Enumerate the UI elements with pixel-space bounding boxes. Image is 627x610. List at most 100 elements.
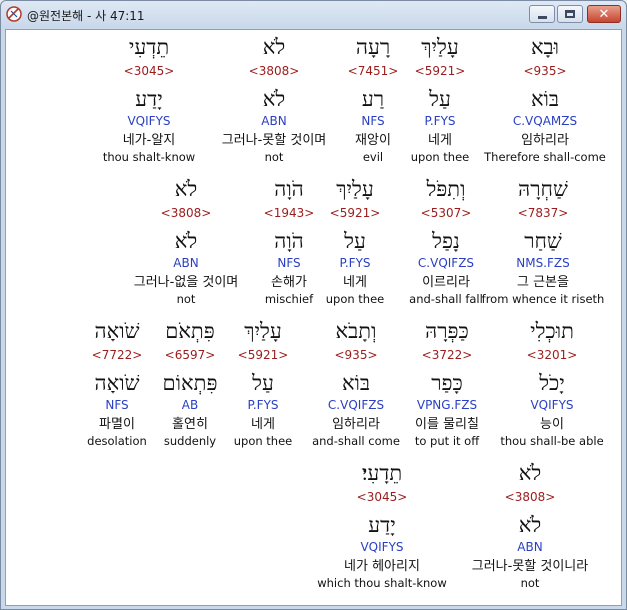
hebrew-word: לֹא [518, 461, 542, 485]
word-cell[interactable]: רָעָה <7451> רַע NFS 재앙이 evil [348, 34, 399, 165]
root-word: כָּפַר [431, 371, 463, 395]
morph-code: NFS [105, 398, 129, 412]
strong-number[interactable]: <3808> [134, 205, 239, 221]
root-word: לֹא [174, 229, 198, 253]
korean-gloss: 임하리라 [521, 133, 569, 148]
root-word: יָדַע [368, 513, 396, 537]
word-cell[interactable]: הֹוָה <1943> הֹוָה NFS 손해가 mischief [264, 176, 315, 307]
hebrew-word: פִּתְאֹם [165, 319, 215, 343]
morph-code: VQIFYS [530, 398, 574, 412]
english-gloss: mischief [264, 292, 314, 306]
strong-number[interactable]: <5307> [409, 205, 483, 221]
hebrew-word: שֹׁואָה [94, 319, 140, 343]
korean-gloss: 네게 [343, 275, 367, 290]
strong-number[interactable]: <3808> [222, 63, 327, 79]
strong-number[interactable]: <7837> [482, 205, 605, 221]
minimize-button[interactable] [529, 5, 555, 23]
word-cell[interactable]: לֹא <3808> לֹא ABN 그러나-못할 것이며 not [222, 34, 327, 165]
strong-number[interactable]: <3722> [415, 347, 479, 363]
word-cell[interactable]: לֹא <3808> לֹא ABN 그러나-없을 것이며 not [134, 176, 239, 307]
morph-code: P.FYS [339, 256, 371, 270]
root-word: שַׁחַר [524, 229, 562, 253]
english-gloss: not [176, 292, 196, 306]
english-gloss: and-shall come [312, 434, 400, 448]
maximize-button[interactable] [557, 5, 583, 23]
title-bar[interactable]: @원전본해 - 사 47:11 ✕ [1, 1, 626, 29]
word-cell[interactable]: תוּכְלִי <3201> יָכֹל VQIFYS 능이 thou shall-be… [500, 318, 603, 449]
strong-number[interactable]: <6597> [163, 347, 218, 363]
word-cell[interactable]: וְתָבֹא <935> בּוֹא C.VQIFZS 임하리라 and-shall c… [312, 318, 400, 449]
strong-number[interactable]: <3201> [500, 347, 603, 363]
strong-number[interactable]: <7451> [348, 63, 399, 79]
word-cell[interactable]: שֹׁואָה <7722> שֹׁואָה NFS 파멸이 desolation [87, 318, 147, 449]
korean-gloss: 손해가 [271, 275, 307, 290]
hebrew-word: עָלַיִךְ [421, 35, 459, 59]
korean-gloss: 네가-알지 [122, 133, 176, 148]
word-cell[interactable]: וּבָא <935> בּוֹא C.VQAMZS 임하리라 Therefore sha… [484, 34, 606, 165]
korean-gloss: 능이 [540, 417, 564, 432]
strong-number[interactable]: <935> [484, 63, 606, 79]
root-word: פִּתְאוֹם [162, 371, 218, 395]
strong-number[interactable]: <5921> [411, 63, 470, 79]
word-cell[interactable]: עָלַיִךְ <5921> עַל P.FYS 네게 upon thee [411, 34, 470, 165]
morph-code: C.VQIFZS [417, 256, 475, 270]
maximize-icon [565, 10, 575, 18]
word-cell[interactable]: עָלַיִךְ <5921> עַל P.FYS 네게 upon thee [234, 318, 293, 449]
word-cell[interactable]: לֹא <3808> לֹא ABN 그러나-못할 것이니라 not [472, 460, 588, 591]
root-word: לֹא [262, 87, 286, 111]
root-word: עַל [429, 87, 451, 111]
strong-number[interactable]: <7722> [87, 347, 147, 363]
word-cell[interactable]: וְתִפֹּל <5307> נָפַל C.VQIFZS 이르리라 and-shall… [409, 176, 483, 307]
english-gloss: which thou shalt-know [317, 576, 447, 590]
root-word: לֹא [518, 513, 542, 537]
strong-number[interactable]: <5921> [326, 205, 385, 221]
strong-number[interactable]: <5921> [234, 347, 293, 363]
root-word: יָכֹל [539, 371, 565, 395]
hebrew-word: וְתִפֹּל [426, 177, 466, 201]
morph-code: P.FYS [424, 114, 456, 128]
strong-number[interactable]: <3808> [472, 489, 588, 505]
morph-code: ABN [261, 114, 287, 128]
english-gloss: thou shall-be able [500, 434, 604, 448]
hebrew-word: הֹוָה [274, 177, 304, 201]
morph-code: VQIFYS [360, 540, 404, 554]
hebrew-word: עָלַיִךְ [244, 319, 282, 343]
close-button[interactable]: ✕ [587, 5, 621, 23]
word-cell[interactable]: שַׁחְרָהּ <7837> שַׁחַר NMS.FZS 그 근본을 from wh… [482, 176, 605, 307]
window-title: @원전본해 - 사 47:11 [27, 9, 145, 23]
root-word: בּוֹא [530, 87, 560, 111]
strong-number[interactable]: <1943> [264, 205, 315, 221]
korean-gloss: 그러나-못할 것이니라 [471, 559, 589, 574]
morph-code: VQIFYS [127, 114, 171, 128]
interlinear-panel[interactable]: וּבָא <935> בּוֹא C.VQAMZS 임하리라 Therefore sha… [5, 29, 622, 606]
korean-gloss: 임하리라 [332, 417, 380, 432]
hebrew-word: תוּכְלִי [530, 319, 574, 343]
strong-number[interactable]: <3045> [317, 489, 447, 505]
english-gloss: from whence it riseth [481, 292, 605, 306]
korean-gloss: 재앙이 [355, 133, 391, 148]
morph-code: AB [181, 398, 199, 412]
app-window: @원전본해 - 사 47:11 ✕ וּבָא <935> בּוֹא C.VQAMZ… [0, 0, 627, 610]
english-gloss: upon thee [410, 150, 470, 164]
english-gloss: desolation [87, 434, 147, 448]
korean-gloss: 홀연히 [172, 417, 208, 432]
word-cell[interactable]: תֵדָעִי׃ <3045> יָדַע VQIFYS 네가 헤아리지 which th… [317, 460, 447, 591]
korean-gloss: 네게 [251, 417, 275, 432]
strong-number[interactable]: <935> [312, 347, 400, 363]
word-cell[interactable]: כַּפְּרָהּ <3722> כָּפַר VPNG.FZS 이를 물리칠 to p… [415, 318, 479, 449]
root-word: רַע [361, 87, 385, 111]
hebrew-word: עָלַיִךְ [336, 177, 374, 201]
word-cell[interactable]: עָלַיִךְ <5921> עַל P.FYS 네게 upon thee [326, 176, 385, 307]
hebrew-word: כַּפְּרָהּ [425, 319, 469, 343]
hebrew-word: וּבָא [530, 35, 560, 59]
korean-gloss: 이르리라 [422, 275, 470, 290]
english-gloss: and-shall fall [409, 292, 483, 306]
close-icon: ✕ [598, 6, 610, 22]
hebrew-word: תֵדְעִי [128, 35, 170, 59]
word-cell[interactable]: תֵדְעִי <3045> יָדַע VQIFYS 네가-알지 thou shalt-… [103, 34, 195, 165]
word-cell[interactable]: פִּתְאֹם <6597> פִּתְאוֹם AB 홀연히 suddenly [163, 318, 218, 449]
root-word: שֹׁואָה [94, 371, 140, 395]
morph-code: ABN [173, 256, 199, 270]
morph-code: C.VQIFZS [327, 398, 385, 412]
strong-number[interactable]: <3045> [103, 63, 195, 79]
